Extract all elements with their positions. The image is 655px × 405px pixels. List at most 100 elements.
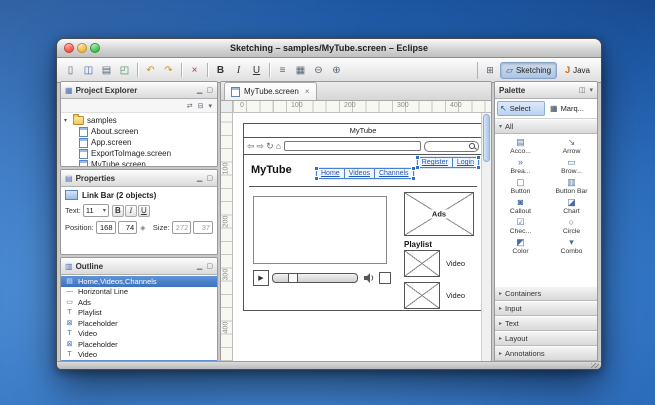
outline-item-video-1[interactable]: T Video: [61, 329, 217, 340]
tree-item-screen[interactable]: App.screen: [64, 137, 214, 148]
selection-handle[interactable]: [477, 166, 480, 169]
maximize-view-icon[interactable]: ▢: [206, 86, 213, 94]
bold-button[interactable]: B: [212, 62, 229, 79]
scrollbar-thumb[interactable]: [483, 114, 490, 162]
play-button-widget[interactable]: ▶: [253, 270, 269, 286]
forward-icon[interactable]: ⇨: [257, 141, 265, 151]
constrain-icon[interactable]: ◈: [139, 224, 146, 232]
auth-linkbar-widget[interactable]: RegisterLogin: [417, 157, 479, 168]
save-button[interactable]: ◫: [80, 62, 97, 79]
close-window-button[interactable]: [64, 43, 74, 53]
properties-title[interactable]: Properties: [76, 174, 116, 183]
slider-knob[interactable]: [288, 273, 298, 283]
minimize-view-icon[interactable]: ▁: [197, 262, 202, 270]
maximize-view-icon[interactable]: ▢: [206, 174, 213, 182]
print-button[interactable]: ▤: [98, 62, 115, 79]
selection-handle[interactable]: [315, 177, 318, 180]
minimize-window-button[interactable]: [77, 43, 87, 53]
browser-titlebar[interactable]: MyTube: [244, 124, 481, 138]
zoom-out-button[interactable]: ⊖: [310, 62, 327, 79]
nav-linkbar-widget[interactable]: HomeVideosChannels: [316, 168, 414, 179]
palette-item-callout[interactable]: ◙ Callout: [495, 196, 546, 216]
tree-item-screen[interactable]: About.screen: [64, 126, 214, 137]
new-button[interactable]: ▯: [62, 62, 79, 79]
editor-scrollbar[interactable]: [481, 113, 491, 361]
selection-handle[interactable]: [416, 166, 419, 169]
tool-select[interactable]: ↖ Select: [497, 101, 545, 116]
zoom-window-button[interactable]: [90, 43, 100, 53]
palette-item-circle[interactable]: ○ Circle: [546, 216, 597, 236]
maximize-view-icon[interactable]: ▢: [206, 262, 213, 270]
url-field[interactable]: [284, 141, 421, 151]
video-label[interactable]: Video: [446, 259, 465, 268]
drawer-containers[interactable]: ▸ Containers: [495, 286, 597, 301]
close-tab-icon[interactable]: ×: [305, 87, 310, 96]
fullscreen-button-widget[interactable]: [379, 272, 391, 284]
ads-placeholder-widget[interactable]: Ads: [404, 192, 474, 236]
font-size-select[interactable]: 11 ▾: [83, 204, 109, 217]
outline-item-placeholder-2[interactable]: ⊠ Placeholder: [61, 339, 217, 350]
redo-button[interactable]: ↷: [160, 62, 177, 79]
italic-button[interactable]: I: [230, 62, 247, 79]
palette-layout-icon[interactable]: ◫: [579, 86, 586, 94]
browser-toolbar[interactable]: ⇦⇨↻⌂: [244, 138, 481, 155]
video-placeholder-widget[interactable]: [404, 282, 440, 309]
palette-item-browser[interactable]: ▭ Brow...: [546, 156, 597, 176]
playlist-row[interactable]: Video: [404, 250, 465, 277]
palette-title[interactable]: Palette: [499, 86, 525, 95]
palette-item-combo[interactable]: ▾ Combo: [546, 236, 597, 256]
expand-arrow-icon[interactable]: ▾: [64, 117, 70, 124]
palette-item-checkbox[interactable]: ☑ Chec...: [495, 216, 546, 236]
zoom-in-button[interactable]: ⊕: [328, 62, 345, 79]
outline-item-placeholder-1[interactable]: ⊠ Placeholder: [61, 318, 217, 329]
minimize-view-icon[interactable]: ▁: [197, 174, 202, 182]
video-screen-widget[interactable]: [253, 196, 387, 264]
position-y-field[interactable]: 74: [118, 221, 138, 234]
resize-grip[interactable]: [591, 363, 599, 368]
export-image-button[interactable]: ◰: [116, 62, 133, 79]
size-height-field[interactable]: 37: [193, 221, 213, 234]
selection-handle[interactable]: [416, 156, 419, 159]
tree-item-screen[interactable]: ExportToImage.screen: [64, 148, 214, 159]
link-editor-icon[interactable]: ⇄: [187, 102, 193, 110]
tree-item-screen[interactable]: MyTube.screen: [64, 159, 214, 166]
drawer-annotations[interactable]: ▸ Annotations: [495, 346, 597, 361]
design-canvas[interactable]: MyTube ⇦⇨↻⌂ MyTube: [233, 113, 481, 361]
palette-item-accordion[interactable]: ▤ Acco...: [495, 136, 546, 156]
minimize-view-icon[interactable]: ▁: [197, 86, 202, 94]
playlist-row[interactable]: Video: [404, 282, 465, 309]
horizontal-line-widget[interactable]: [249, 186, 477, 187]
tool-marquee[interactable]: ▦ Marq...: [547, 101, 595, 116]
outline-item-ads[interactable]: ▭ Ads: [61, 297, 217, 308]
nav-link[interactable]: Home: [317, 169, 345, 178]
refresh-icon[interactable]: ↻: [266, 141, 274, 151]
palette-item-color[interactable]: ◩ Color: [495, 236, 546, 256]
outline-item-linkbar-nav[interactable]: ▤ Home,Videos,Channels: [61, 276, 217, 287]
drawer-input[interactable]: ▸ Input: [495, 301, 597, 316]
logo-text[interactable]: MyTube: [251, 164, 292, 176]
outline-item-playlist[interactable]: T Playlist: [61, 308, 217, 319]
drawer-layout[interactable]: ▸ Layout: [495, 331, 597, 346]
selection-handle[interactable]: [412, 177, 415, 180]
size-width-field[interactable]: 272: [172, 221, 192, 234]
align-button[interactable]: ≡: [274, 62, 291, 79]
video-placeholder-widget[interactable]: [404, 250, 440, 277]
selection-handle[interactable]: [477, 156, 480, 159]
window-titlebar[interactable]: Sketching – samples/MyTube.screen – Ecli…: [57, 39, 601, 58]
position-x-field[interactable]: 168: [96, 221, 116, 234]
tree-item-project[interactable]: ▾ samples: [64, 115, 214, 126]
nav-link[interactable]: Videos: [345, 169, 375, 178]
search-field[interactable]: [424, 141, 479, 152]
nav-link[interactable]: Channels: [375, 169, 413, 178]
palette-item-chart[interactable]: ◪ Chart: [546, 196, 597, 216]
outline-item-video-2[interactable]: T Video: [61, 350, 217, 361]
collapse-all-icon[interactable]: ⊟: [198, 102, 204, 110]
project-explorer-title[interactable]: Project Explorer: [76, 86, 138, 95]
auth-link[interactable]: Register: [418, 158, 453, 167]
browser-window-widget[interactable]: MyTube ⇦⇨↻⌂ MyTube: [243, 123, 481, 311]
back-icon[interactable]: ⇦: [247, 141, 255, 151]
palette-item-arrow[interactable]: ↘ Arrow: [546, 136, 597, 156]
editor-tab[interactable]: MyTube.screen ×: [224, 82, 317, 100]
drawer-text[interactable]: ▸ Text: [495, 316, 597, 331]
underline-toggle[interactable]: U: [138, 205, 150, 217]
